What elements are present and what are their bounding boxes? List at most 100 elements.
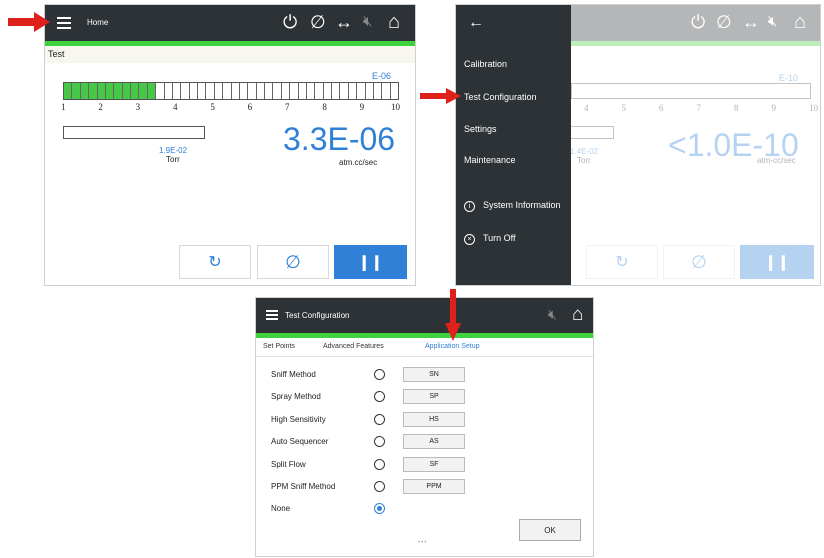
method-code-button[interactable]: AS [403,434,465,450]
back-arrow-icon[interactable]: ← [468,15,484,31]
bar-segment [290,83,299,99]
bar-tick-label: 5 [210,102,215,112]
method-label: None [271,504,291,514]
method-radio[interactable] [374,369,385,380]
bar-segment [365,83,374,99]
menu-item-turn-off[interactable]: × Turn Off [464,233,516,245]
bar-segment [281,83,291,99]
bar-tick-label: 5 [621,103,627,113]
mute-icon[interactable]: 🔇︎ [363,14,372,29]
method-code-button[interactable]: HS [403,411,465,427]
bar-tick-label: 8 [322,102,327,112]
menu-item-test-configuration[interactable]: Test Configuration [464,92,537,102]
bar-segment [114,83,123,99]
bar-segment [340,83,349,99]
pause-icon: ❙❙ [764,254,790,271]
method-radio[interactable] [374,503,385,515]
bar-segment [172,83,182,99]
method-radio[interactable] [374,391,385,403]
hamburger-menu-button[interactable] [57,15,71,29]
bar-tick-label: 8 [734,103,739,113]
pressure-value: 1.9E-02 [159,146,188,155]
bar-segment [189,83,198,99]
zero-icon[interactable]: ∅ [310,13,326,31]
leak-rate-unit: atm.cc/sec [339,158,378,167]
annotation-arrow-test-configuration [420,88,461,104]
annotation-arrow-hamburger [8,12,50,32]
bar-tick-label: 10 [809,103,818,113]
power-icon[interactable]: ⏻ [283,13,297,31]
menu-item-maintenance[interactable]: Maintenance [464,155,516,165]
method-label: Spray Method [271,392,321,402]
refresh-button[interactable]: ↻ [179,245,251,279]
pressure-unit: Torr [166,155,180,164]
bar-segment [164,83,173,99]
bar-tick-label: 7 [696,103,702,113]
bar-segment [298,83,307,99]
home-top-bar: Home ⏻ ∅ ↔ 🔇︎ ⌂ [45,5,415,41]
bar-segment [348,83,358,99]
header-title: Home [87,18,109,27]
bar-segment [64,83,73,99]
bar-segment [323,83,332,99]
method-code-button[interactable]: SP [403,389,465,405]
bar-segment [181,83,190,99]
pause-button[interactable]: ❙❙ [334,245,407,279]
method-radio[interactable] [374,413,385,425]
menu-item-settings[interactable]: Settings [464,124,497,134]
method-code-button[interactable]: SN [403,367,465,382]
bar-tick-label: 9 [771,103,777,113]
home-icon[interactable]: ⌂ [572,305,583,324]
status-strip: Test [45,46,415,63]
method-code-button[interactable]: PPM [403,479,465,494]
bar-segment [80,83,90,99]
method-label: PPM Sniff Method [271,482,336,491]
annotation-arrow-application-setup [445,289,461,341]
turn-off-label: Turn Off [483,233,516,243]
bar-tick-label: 2 [98,102,103,112]
home-icon: ⌂ [794,11,807,33]
refresh-button: ↻ [586,245,658,279]
ok-button[interactable]: OK [519,519,581,541]
method-radio[interactable] [374,481,385,492]
pressure-value: 1.4E-02 [570,147,599,156]
zero-icon: ∅ [691,251,707,272]
refresh-icon: ↻ [615,254,629,271]
info-icon: i [464,201,475,212]
zero-icon: ∅ [716,12,732,32]
bar-segment [223,83,232,99]
swap-arrows-icon: ↔ [742,12,760,32]
method-label: Auto Sequencer [271,437,329,447]
tab-advanced-features[interactable]: Advanced Features [323,343,384,350]
mute-icon[interactable]: 🔇︎ [548,307,557,321]
header-title: Test Configuration [285,311,350,320]
swap-arrows-icon[interactable]: ↔ [335,13,353,31]
bar-segment [390,83,398,99]
home-screen: Home ⏻ ∅ ↔ 🔇︎ ⌂ Test E-06 1 2 3 4 5 6 7 8 9 10 1.… [44,4,416,286]
page-indicator: ••• [418,540,428,546]
status-strip-text: Test [48,49,65,59]
navigation-drawer: ← Calibration Test Configuration Setting… [456,5,571,285]
zero-icon: ∅ [285,251,301,272]
power-icon: ⏻ [691,12,706,32]
zero-button[interactable]: ∅ [257,245,329,279]
pause-icon: ❙❙ [357,254,384,271]
hamburger-menu-button[interactable] [266,309,278,321]
exponent-label: E-06 [372,71,392,81]
method-label: High Sensitivity [271,414,326,424]
bar-tick-label: 3 [135,102,141,112]
bar-tick-label: 10 [391,102,400,112]
menu-item-system-information[interactable]: i System Information [464,200,561,212]
bar-segment [239,83,249,99]
method-radio[interactable] [374,436,385,448]
method-radio[interactable] [374,458,385,470]
bar-segment [332,83,341,99]
home-icon[interactable]: ⌂ [388,12,400,32]
tab-application-setup[interactable]: Application Setup [425,343,479,350]
tab-set-points[interactable]: Set Points [263,343,295,350]
bar-segment [214,83,224,99]
menu-item-calibration[interactable]: Calibration [464,59,507,69]
bar-segment [147,83,157,99]
method-code-button[interactable]: SF [403,456,465,472]
bar-segment [198,83,207,99]
